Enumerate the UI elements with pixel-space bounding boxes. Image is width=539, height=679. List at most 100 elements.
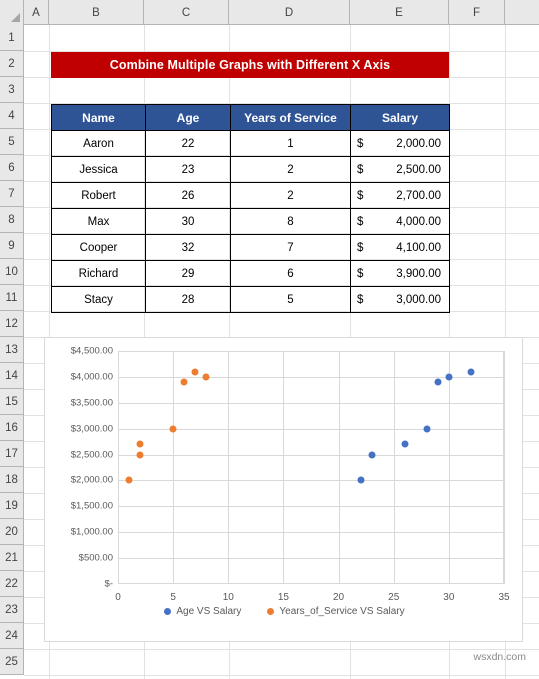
- cell-age[interactable]: 23: [145, 156, 231, 183]
- row-header-21[interactable]: 21: [0, 545, 24, 571]
- data-point: [180, 378, 188, 386]
- cell-age[interactable]: 22: [145, 130, 231, 157]
- row-header-13[interactable]: 13: [0, 337, 24, 363]
- chart-gridline-vertical: [118, 351, 119, 584]
- cell-years-of-service[interactable]: 8: [230, 208, 351, 235]
- table-row: Stacy 28 5 $3,000.00: [51, 286, 450, 313]
- table-row: Cooper 32 7 $4,100.00: [51, 234, 450, 261]
- row-header-3[interactable]: 3: [0, 77, 24, 103]
- y-axis-tick-label: $3,000.00: [70, 423, 113, 435]
- cell-salary[interactable]: $2,700.00: [350, 182, 450, 209]
- x-axis-tick-label: 35: [498, 592, 510, 603]
- chart-legend: Age VS Salary Years_of_Service VS Salary: [45, 606, 524, 617]
- column-header-c[interactable]: C: [144, 0, 229, 25]
- row-header-12[interactable]: 12: [0, 311, 24, 337]
- row-header-11[interactable]: 11: [0, 285, 24, 311]
- cell-age[interactable]: 30: [145, 208, 231, 235]
- select-all-corner[interactable]: [0, 0, 24, 25]
- row-header-24[interactable]: 24: [0, 623, 24, 649]
- watermark: wsxdn.com: [473, 651, 526, 663]
- x-axis-tick-label: 5: [170, 592, 176, 603]
- row-header-9[interactable]: 9: [0, 233, 24, 259]
- column-header-d[interactable]: D: [229, 0, 350, 25]
- cell-name[interactable]: Stacy: [51, 286, 146, 313]
- y-axis-tick-label: $1,500.00: [70, 500, 113, 512]
- chart-gridline-horizontal: [118, 454, 504, 456]
- legend-label-age-vs-salary: Age VS Salary: [176, 606, 242, 617]
- cell-age[interactable]: 26: [145, 182, 231, 209]
- column-header-f[interactable]: F: [449, 0, 505, 25]
- row-header-5[interactable]: 5: [0, 129, 24, 155]
- cell-years-of-service[interactable]: 2: [230, 156, 351, 183]
- row-header-19[interactable]: 19: [0, 493, 24, 519]
- chart-gridline-horizontal: [118, 532, 504, 534]
- chart-gridline-horizontal: [118, 480, 504, 482]
- cell-salary[interactable]: $4,000.00: [350, 208, 450, 235]
- select-all-triangle-icon: [11, 13, 20, 22]
- table-row: Robert 26 2 $2,700.00: [51, 182, 450, 209]
- row-header-2[interactable]: 2: [0, 51, 24, 77]
- data-point: [136, 440, 144, 448]
- x-axis-tick-label: 0: [115, 592, 121, 603]
- chart-gridline-vertical: [173, 351, 175, 584]
- legend-item-age-vs-salary[interactable]: Age VS Salary: [164, 606, 241, 617]
- cell-years-of-service[interactable]: 2: [230, 182, 351, 209]
- cell-name[interactable]: Aaron: [51, 130, 146, 157]
- column-header-e[interactable]: E: [350, 0, 449, 25]
- currency-symbol: $: [357, 215, 364, 228]
- cell-name[interactable]: Robert: [51, 182, 146, 209]
- chart-gridline-vertical: [393, 351, 395, 584]
- cell-years-of-service[interactable]: 7: [230, 234, 351, 261]
- row-header-4[interactable]: 4: [0, 103, 24, 129]
- row-header-8[interactable]: 8: [0, 207, 24, 233]
- cell-name[interactable]: Jessica: [51, 156, 146, 183]
- row-header-16[interactable]: 16: [0, 415, 24, 441]
- cell-salary[interactable]: $2,000.00: [350, 130, 450, 157]
- chart-gridline-horizontal: [118, 506, 504, 508]
- cell-years-of-service[interactable]: 5: [230, 286, 351, 313]
- table-header-row: Name Age Years of Service Salary: [51, 104, 450, 131]
- cell-salary[interactable]: $3,000.00: [350, 286, 450, 313]
- data-point: [357, 476, 365, 484]
- y-axis-tick-label: $2,000.00: [70, 474, 113, 486]
- row-header-14[interactable]: 14: [0, 363, 24, 389]
- row-header-20[interactable]: 20: [0, 519, 24, 545]
- legend-label-years-of-service-vs-salary: Years_of_Service VS Salary: [279, 606, 405, 617]
- cell-age[interactable]: 32: [145, 234, 231, 261]
- chart-gridline-vertical: [338, 351, 340, 584]
- row-header-25[interactable]: 25: [0, 649, 24, 675]
- x-axis-tick-label: 20: [333, 592, 345, 603]
- row-header-22[interactable]: 22: [0, 571, 24, 597]
- row-header-18[interactable]: 18: [0, 467, 24, 493]
- column-header-b[interactable]: B: [49, 0, 144, 25]
- row-header-23[interactable]: 23: [0, 597, 24, 623]
- row-header-15[interactable]: 15: [0, 389, 24, 415]
- legend-item-years-of-service-vs-salary[interactable]: Years_of_Service VS Salary: [267, 606, 405, 617]
- row-header-7[interactable]: 7: [0, 181, 24, 207]
- cell-salary[interactable]: $2,500.00: [350, 156, 450, 183]
- cell-name[interactable]: Richard: [51, 260, 146, 287]
- row-header-6[interactable]: 6: [0, 155, 24, 181]
- scatter-chart[interactable]: $- $500.00 $1,000.00 $1,500.00 $2,000.00 $2,5…: [44, 337, 523, 642]
- cell-name[interactable]: Cooper: [51, 234, 146, 261]
- cell-salary[interactable]: $4,100.00: [350, 234, 450, 261]
- cell-age[interactable]: 28: [145, 286, 231, 313]
- x-axis-tick-label: 25: [388, 592, 400, 603]
- row-header-17[interactable]: 17: [0, 441, 24, 467]
- row-header-1[interactable]: 1: [0, 25, 24, 51]
- y-axis-tick-label: $500.00: [78, 552, 113, 564]
- data-point: [191, 368, 199, 376]
- cell-name[interactable]: Max: [51, 208, 146, 235]
- chart-gridline-vertical: [283, 351, 285, 584]
- cell-salary[interactable]: $3,900.00: [350, 260, 450, 287]
- currency-symbol: $: [357, 163, 364, 176]
- cell-years-of-service[interactable]: 1: [230, 130, 351, 157]
- column-header-a[interactable]: A: [24, 0, 49, 25]
- salary-value: 2,700.00: [396, 189, 441, 202]
- cell-years-of-service[interactable]: 6: [230, 260, 351, 287]
- y-axis-tick-label: $2,500.00: [70, 449, 113, 461]
- column-header-name: Name: [51, 104, 146, 131]
- y-axis-tick-label: $-: [104, 578, 113, 590]
- row-header-10[interactable]: 10: [0, 259, 24, 285]
- cell-age[interactable]: 29: [145, 260, 231, 287]
